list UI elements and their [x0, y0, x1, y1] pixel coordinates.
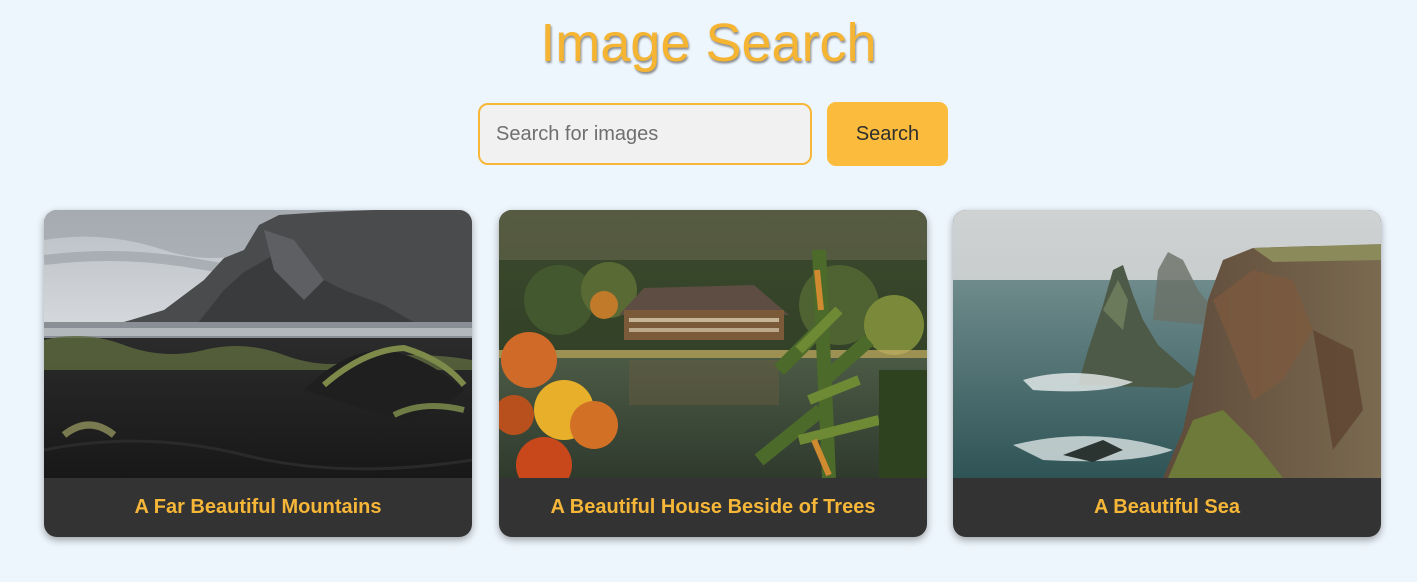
page-title: Image Search: [540, 13, 877, 73]
search-input[interactable]: [478, 103, 812, 165]
image-caption: A Beautiful Sea: [1094, 496, 1240, 518]
house-image: [499, 210, 927, 478]
image-caption: A Beautiful House Beside of Trees: [550, 496, 876, 518]
search-bar: Search: [478, 102, 948, 166]
search-button[interactable]: Search: [827, 102, 948, 166]
mountains-image: [44, 210, 472, 478]
image-card-house[interactable]: A Beautiful House Beside of Trees: [499, 210, 927, 537]
image-card-sea[interactable]: A Beautiful Sea: [953, 210, 1381, 537]
sea-image: [953, 210, 1381, 478]
image-caption: A Far Beautiful Mountains: [134, 496, 382, 518]
image-card-mountains[interactable]: A Far Beautiful Mountains: [44, 210, 472, 537]
